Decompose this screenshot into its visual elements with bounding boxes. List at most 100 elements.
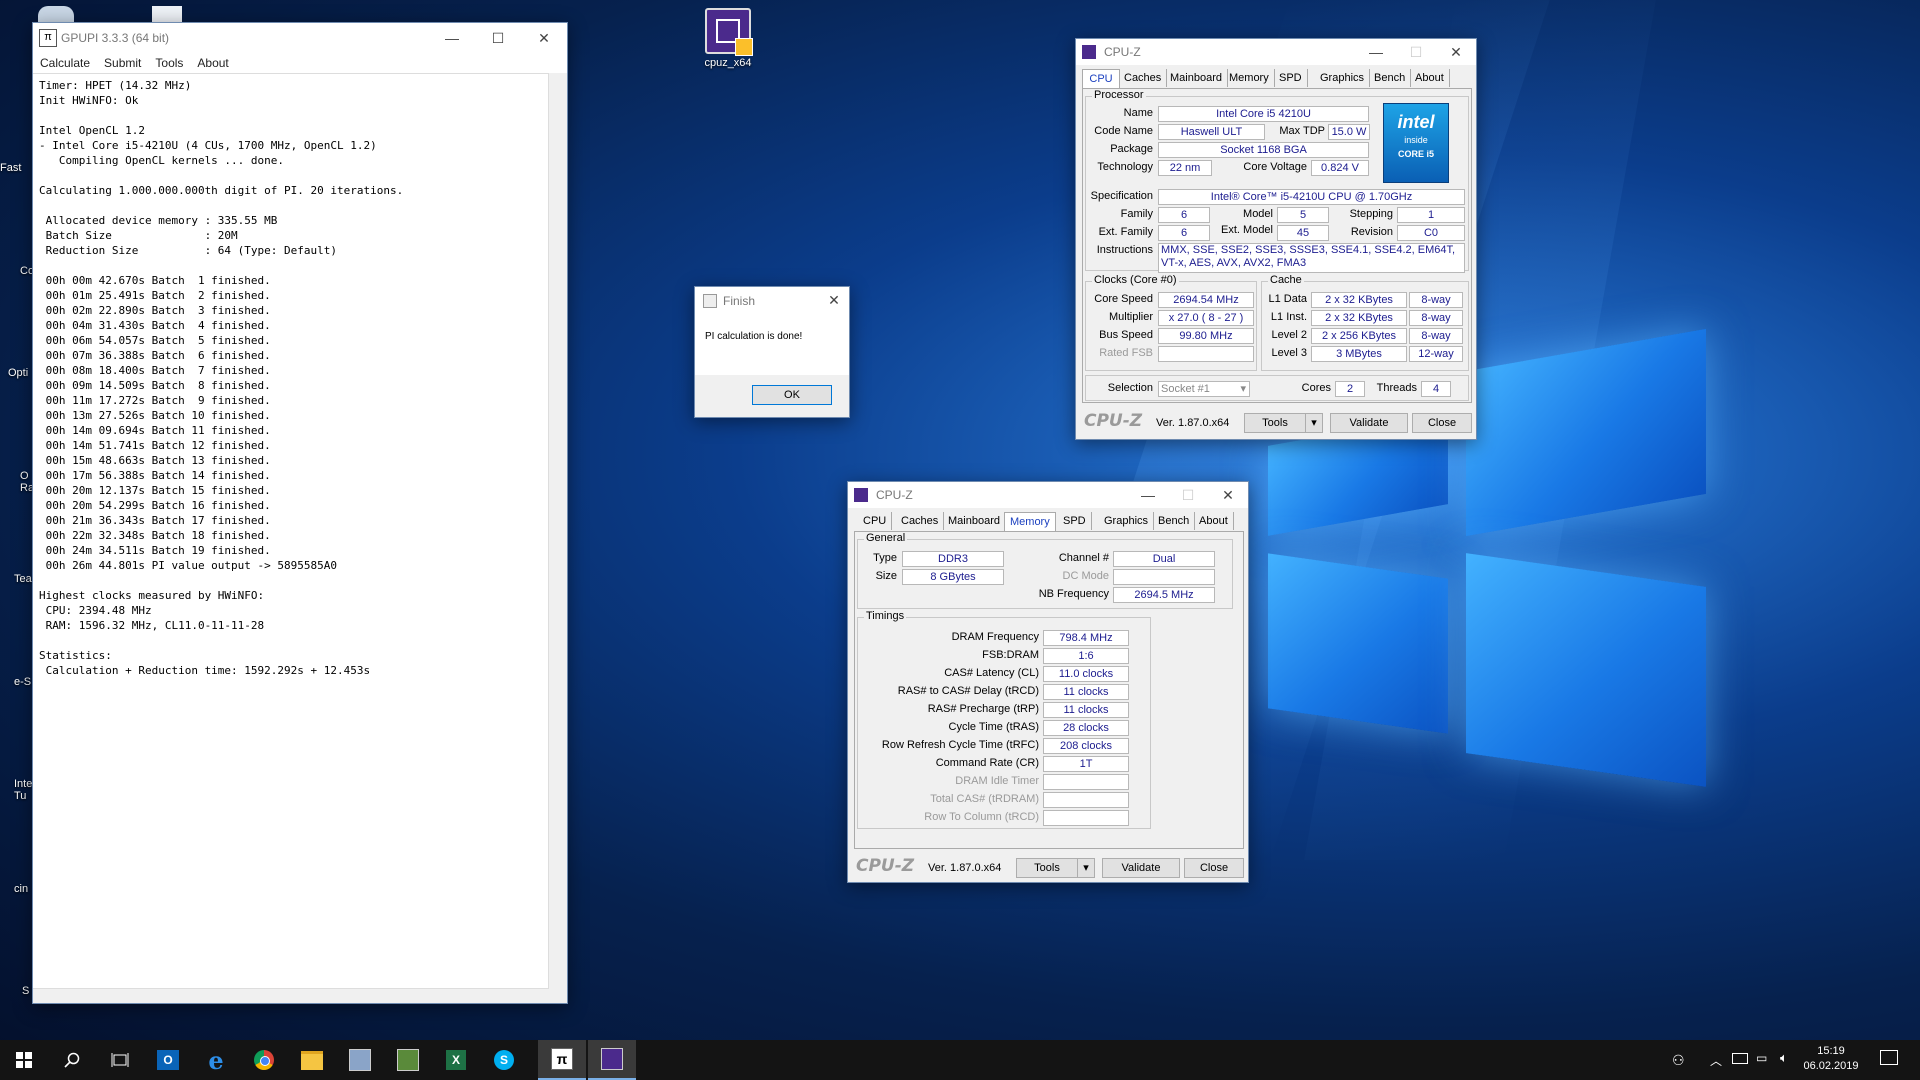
excel-taskbar-button[interactable]: X (432, 1040, 480, 1080)
desktop-icon-cpuz[interactable]: cpuz_x64 (700, 8, 756, 69)
intel-logo-brand: intel (1397, 112, 1435, 132)
tab-bench[interactable]: Bench (1153, 512, 1196, 530)
close-button[interactable]: ✕ (1436, 39, 1476, 65)
maximize-button[interactable]: ☐ (475, 23, 521, 53)
maxtdp-label: Max TDP (1279, 125, 1325, 137)
menu-bar: Calculate Submit Tools About (33, 53, 567, 73)
outlook-icon: O (157, 1050, 179, 1070)
close-button[interactable]: Close (1412, 413, 1472, 433)
minimize-button[interactable]: — (1128, 482, 1168, 508)
intel-logo: intel inside CORE i5 (1383, 103, 1449, 183)
tab-caches[interactable]: Caches (1119, 69, 1168, 87)
minimize-button[interactable]: — (1356, 39, 1396, 65)
tab-memory[interactable]: Memory (1224, 69, 1275, 87)
maximize-button[interactable]: ☐ (1168, 482, 1208, 508)
tab-cpu[interactable]: CPU (1082, 69, 1120, 88)
level2-value: 2 x 256 KBytes (1311, 328, 1407, 344)
horizontal-scrollbar[interactable] (33, 988, 549, 1003)
codename-label: Code Name (1094, 125, 1153, 137)
desktop-label-fragment: cin (14, 883, 29, 895)
maximize-button[interactable]: ☐ (1396, 39, 1436, 65)
close-button[interactable]: ✕ (819, 287, 849, 313)
vertical-scrollbar[interactable] (548, 73, 567, 989)
level3-label: Level 3 (1271, 347, 1307, 359)
family-value: 6 (1158, 207, 1210, 223)
clock[interactable]: 15:19 06.02.2019 (1800, 1044, 1862, 1074)
skype-taskbar-button[interactable]: S (480, 1040, 528, 1080)
tools-dropdown-button[interactable]: ▾ (1305, 413, 1323, 433)
menu-submit[interactable]: Submit (97, 53, 148, 73)
ratedfsb-value (1158, 346, 1254, 362)
tools-button[interactable]: Tools (1244, 413, 1306, 433)
selection-dropdown[interactable]: Socket #1 ▾ (1158, 381, 1250, 397)
chrome-taskbar-button[interactable] (240, 1040, 288, 1080)
level2-way: 8-way (1409, 328, 1463, 344)
cpuz-brand: CPU-Z (1084, 411, 1143, 431)
instructions-value: MMX, SSE, SSE2, SSE3, SSSE3, SSE4.1, SSE… (1158, 243, 1465, 273)
tab-bench[interactable]: Bench (1369, 69, 1412, 87)
tab-caches[interactable]: Caches (896, 512, 945, 530)
title-bar[interactable]: π GPUPI 3.3.3 (64 bit) — ☐ ✕ (33, 23, 567, 53)
close-button[interactable]: Close (1184, 858, 1244, 878)
console-line: Timer: HPET (14.32 MHz) (39, 79, 192, 92)
timing-value: 1T (1043, 756, 1129, 772)
chevron-up-icon[interactable]: ︿ (1710, 1052, 1722, 1069)
version-label: Ver. 1.87.0.x64 (928, 862, 1002, 874)
app2-taskbar-button[interactable] (384, 1040, 432, 1080)
menu-calculate[interactable]: Calculate (33, 53, 97, 73)
close-button[interactable]: ✕ (1208, 482, 1248, 508)
search-button[interactable] (48, 1040, 96, 1080)
title-bar[interactable]: CPU-Z — ☐ ✕ (848, 482, 1248, 508)
tab-cpu[interactable]: CPU (858, 512, 893, 530)
console-line: 00h 20m 12.137s Batch 15 finished. (39, 484, 271, 497)
cpuz-app-icon (1082, 45, 1096, 59)
instructions-label: Instructions (1096, 244, 1153, 256)
ok-button[interactable]: OK (752, 385, 832, 405)
minimize-button[interactable]: — (429, 23, 475, 53)
dialog-title-bar[interactable]: Finish ✕ (695, 287, 849, 313)
network-icon[interactable]: ▭ (1756, 1051, 1767, 1065)
cpuz-icon (601, 1048, 623, 1070)
title-bar[interactable]: CPU-Z — ☐ ✕ (1076, 39, 1476, 65)
tools-dropdown-button[interactable]: ▾ (1077, 858, 1095, 878)
name-value: Intel Core i5 4210U (1158, 106, 1369, 122)
spec-value: Intel® Core™ i5-4210U CPU @ 1.70GHz (1158, 189, 1465, 205)
tab-about[interactable]: About (1194, 512, 1234, 530)
tools-button[interactable]: Tools (1016, 858, 1078, 878)
nbfreq-label: NB Frequency (1038, 588, 1109, 600)
file-explorer-taskbar-button[interactable] (288, 1040, 336, 1080)
tab-graphics[interactable]: Graphics (1099, 512, 1155, 530)
validate-button[interactable]: Validate (1330, 413, 1408, 433)
validate-button[interactable]: Validate (1102, 858, 1180, 878)
tab-spd[interactable]: SPD (1274, 69, 1308, 87)
app1-taskbar-button[interactable] (336, 1040, 384, 1080)
cpuz-taskbar-button[interactable] (588, 1040, 636, 1080)
task-view-button[interactable] (96, 1040, 144, 1080)
dialog-title: Finish (723, 294, 756, 308)
close-button[interactable]: ✕ (521, 23, 567, 53)
general-legend: General (864, 532, 908, 544)
tab-memory[interactable]: Memory (1004, 512, 1056, 531)
start-button[interactable] (0, 1040, 48, 1080)
dcmode-value (1113, 569, 1215, 585)
tab-mainboard[interactable]: Mainboard (943, 512, 1006, 530)
people-icon[interactable]: ⚇ (1672, 1052, 1685, 1069)
tab-about[interactable]: About (1410, 69, 1450, 87)
menu-tools[interactable]: Tools (148, 53, 190, 73)
tab-graphics[interactable]: Graphics (1315, 69, 1371, 87)
tab-mainboard[interactable]: Mainboard (1165, 69, 1228, 87)
notification-icon[interactable] (1880, 1050, 1898, 1065)
codename-value: Haswell ULT (1158, 124, 1265, 140)
volume-icon[interactable]: 🔈︎ (1780, 1050, 1788, 1066)
menu-about[interactable]: About (190, 53, 235, 73)
intel-logo-inside: inside (1404, 135, 1428, 145)
edge-taskbar-button[interactable]: e (192, 1040, 240, 1080)
tab-spd[interactable]: SPD (1058, 512, 1092, 530)
gpupi-taskbar-button[interactable]: π (538, 1040, 586, 1080)
output-console[interactable]: Timer: HPET (14.32 MHz) Init HWiNFO: Ok I… (33, 73, 549, 989)
outlook-taskbar-button[interactable]: O (144, 1040, 192, 1080)
stepping-label: Stepping (1349, 208, 1393, 220)
window-title: CPU-Z (876, 488, 913, 502)
battery-icon[interactable] (1732, 1053, 1748, 1064)
timing-value (1043, 792, 1129, 808)
